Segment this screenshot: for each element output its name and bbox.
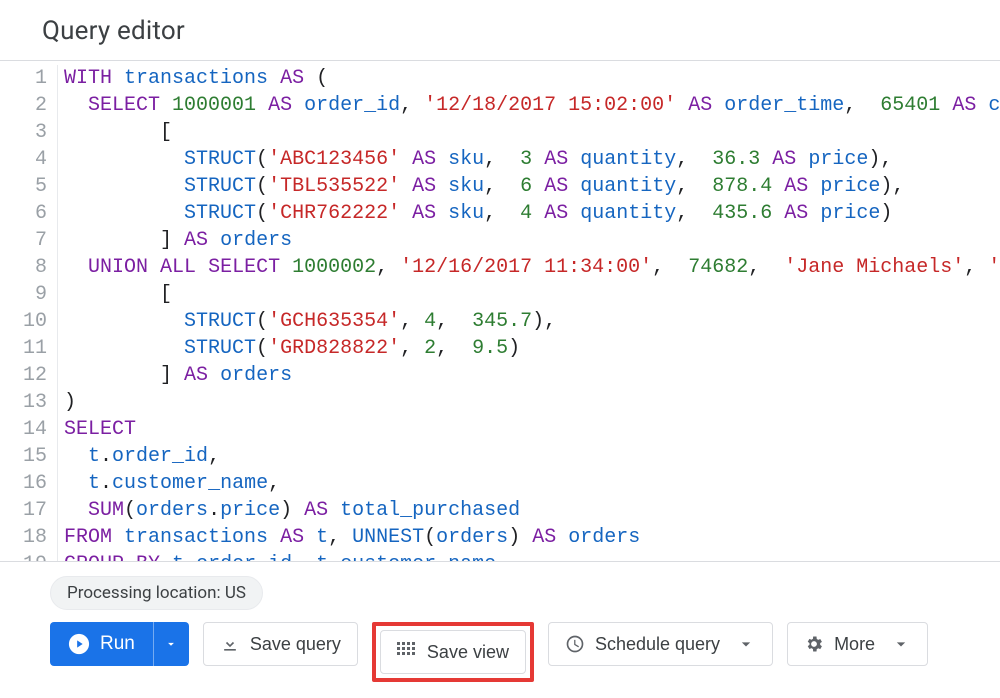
toolbar: Processing location: US Run Save query S… [0,562,1000,698]
line-number: 13 [0,389,47,416]
processing-location-chip[interactable]: Processing location: US [50,576,263,610]
line-number: 6 [0,200,47,227]
line-number: 18 [0,524,47,551]
line-number: 4 [0,146,47,173]
line-number: 17 [0,497,47,524]
code-line[interactable]: [ [64,281,1000,308]
schedule-query-label: Schedule query [595,634,720,655]
line-gutter: 1234567891011121314151617181920 [0,65,58,561]
schedule-query-button[interactable]: Schedule query [548,622,773,666]
code-line[interactable]: STRUCT('CHR762222' AS sku, 4 AS quantity… [64,200,1000,227]
more-button[interactable]: More [787,622,928,666]
code-line[interactable]: SELECT 1000001 AS order_id, '12/18/2017 … [64,92,1000,119]
grid-icon [397,642,417,662]
line-number: 19 [0,551,47,562]
code-line[interactable]: GROUP BY t.order_id, t.customer_name [64,551,1000,561]
code-line[interactable]: SELECT [64,416,1000,443]
code-area[interactable]: WITH transactions AS ( SELECT 1000001 AS… [58,65,1000,561]
code-line[interactable]: ] AS orders [64,227,1000,254]
line-number: 14 [0,416,47,443]
line-number: 8 [0,254,47,281]
line-number: 5 [0,173,47,200]
caret-down-icon [736,634,756,654]
line-number: 9 [0,281,47,308]
sql-editor[interactable]: 1234567891011121314151617181920 WITH tra… [0,61,1000,562]
run-dropdown-button[interactable] [153,622,189,666]
code-line[interactable]: t.customer_name, [64,470,1000,497]
caret-down-icon [891,634,911,654]
save-view-label: Save view [427,642,509,663]
clock-icon [565,634,585,654]
caret-down-icon [164,637,178,651]
code-line[interactable]: [ [64,119,1000,146]
code-line[interactable]: ] AS orders [64,362,1000,389]
save-query-button[interactable]: Save query [203,622,358,666]
save-view-button[interactable]: Save view [380,630,526,674]
line-number: 3 [0,119,47,146]
header: Query editor [0,0,1000,61]
highlighted-save-view: Save view [372,622,534,682]
code-line[interactable]: FROM transactions AS t, UNNEST(orders) A… [64,524,1000,551]
line-number: 16 [0,470,47,497]
code-line[interactable]: UNION ALL SELECT 1000002, '12/16/2017 11… [64,254,1000,281]
more-label: More [834,634,875,655]
gear-icon [804,634,824,654]
code-line[interactable]: STRUCT('ABC123456' AS sku, 3 AS quantity… [64,146,1000,173]
play-icon [68,633,90,655]
line-number: 7 [0,227,47,254]
code-line[interactable]: STRUCT('GCH635354', 4, 345.7), [64,308,1000,335]
code-line[interactable]: ) [64,389,1000,416]
run-button-group: Run [50,622,189,666]
code-line[interactable]: STRUCT('TBL535522' AS sku, 6 AS quantity… [64,173,1000,200]
run-button[interactable]: Run [50,622,153,666]
page-title: Query editor [42,16,185,46]
button-row: Run Save query Save view Schedule query [50,622,1000,682]
code-line[interactable]: WITH transactions AS ( [64,65,1000,92]
code-line[interactable]: SUM(orders.price) AS total_purchased [64,497,1000,524]
line-number: 10 [0,308,47,335]
line-number: 1 [0,65,47,92]
line-number: 12 [0,362,47,389]
code-line[interactable]: t.order_id, [64,443,1000,470]
run-button-label: Run [100,633,135,655]
line-number: 15 [0,443,47,470]
line-number: 2 [0,92,47,119]
code-line[interactable]: STRUCT('GRD828822', 2, 9.5) [64,335,1000,362]
download-icon [220,634,240,654]
save-query-label: Save query [250,634,341,655]
line-number: 11 [0,335,47,362]
